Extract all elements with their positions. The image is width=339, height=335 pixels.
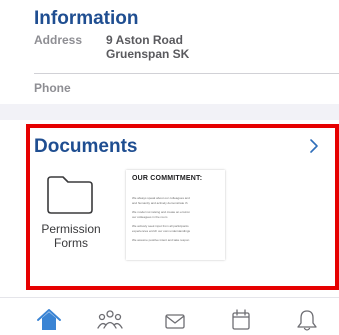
- document-bullet: experiences enrich our own understanding…: [132, 229, 191, 233]
- tab-bar-border: [0, 297, 339, 298]
- document-bullet: We assume positive intent and take respo…: [132, 238, 190, 242]
- mail-icon: [162, 314, 188, 335]
- folder-icon: [44, 172, 96, 216]
- information-section: Information Address 9 Aston Road Gruensp…: [34, 8, 339, 61]
- address-row: Address 9 Aston Road Gruenspan SK: [34, 33, 339, 61]
- document-bullet: We actively seek input from all particip…: [132, 224, 189, 228]
- address-divider: [34, 73, 339, 74]
- address-line-1: 9 Aston Road: [106, 33, 183, 47]
- folder-label-line-2: Forms: [54, 236, 88, 250]
- tab-mail[interactable]: [162, 308, 188, 332]
- tab-people[interactable]: [97, 308, 123, 332]
- document-heading: OUR COMMITMENT:: [132, 175, 203, 182]
- address-value[interactable]: 9 Aston Road Gruenspan SK: [106, 33, 189, 61]
- document-bullet: and humanity and actively demonstrate th: [132, 201, 188, 205]
- folder-label-line-1: Permission: [41, 222, 101, 236]
- tab-notifications[interactable]: [294, 308, 320, 332]
- folder-label: Permission Forms: [34, 222, 108, 250]
- documents-title: Documents: [34, 136, 138, 157]
- document-bullet: our colleagues in the room: [132, 215, 168, 219]
- tab-home[interactable]: [36, 308, 62, 332]
- chevron-right-icon[interactable]: [305, 136, 323, 156]
- information-title: Information: [34, 8, 139, 29]
- document-bullet: We model not raising and create an envir…: [132, 210, 190, 214]
- section-separator: [0, 104, 339, 120]
- document-bullet: We always speak about our colleagues and: [132, 196, 190, 200]
- phone-label: Phone: [34, 81, 71, 95]
- document-thumbnail[interactable]: OUR COMMITMENT: We always speak about ou…: [126, 170, 225, 260]
- address-label: Address: [34, 33, 83, 47]
- tab-calendar[interactable]: [228, 308, 254, 332]
- bell-icon: [294, 310, 320, 335]
- home-icon: [36, 309, 62, 335]
- people-icon: [97, 310, 123, 335]
- calendar-icon: [228, 309, 254, 335]
- address-line-2: Gruenspan SK: [106, 47, 190, 61]
